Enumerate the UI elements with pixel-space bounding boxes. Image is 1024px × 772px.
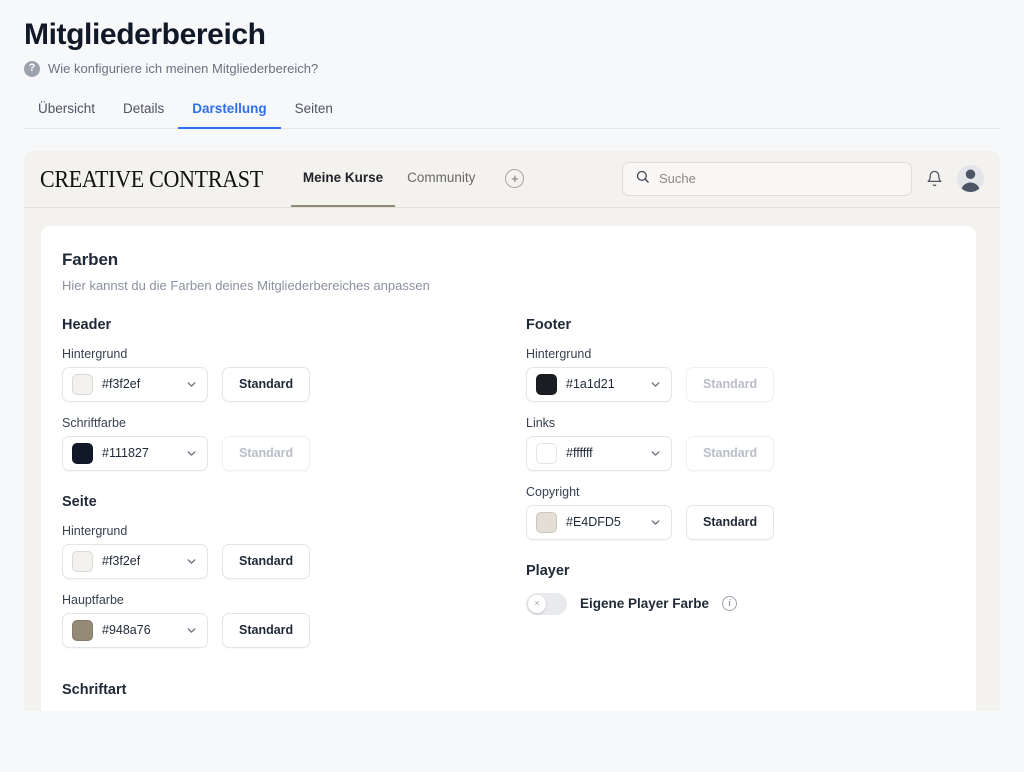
reset-button-seite-hintergrund[interactable]: Standard	[222, 543, 311, 579]
color-select-seite-hauptfarbe[interactable]: #948a76	[62, 612, 208, 648]
color-hex-value: #f3f2ef	[102, 377, 141, 391]
settings-column-left: Header Hintergrund #f3f2ef Standard Schr…	[62, 317, 526, 648]
schriftart-section: Schriftart TT Inter Speichern Standard	[62, 682, 948, 711]
page-title: Mitgliederbereich	[24, 18, 266, 51]
color-hex-value: #948a76	[102, 623, 151, 637]
reset-button-footer-hintergrund[interactable]: Standard	[686, 366, 775, 402]
tab-darstellung[interactable]: Darstellung	[178, 93, 281, 129]
help-link-row[interactable]: ? Wie konfiguriere ich meinen Mitglieder…	[24, 60, 1000, 77]
group-title-seite: Seite	[62, 493, 97, 510]
field-seite-hintergrund: #f3f2ef Standard	[62, 543, 526, 579]
chevron-down-icon	[185, 447, 198, 460]
chevron-down-icon	[185, 378, 198, 391]
field-footer-links: #ffffff Standard	[526, 435, 948, 471]
color-select-footer-hintergrund[interactable]: #1a1d21	[526, 366, 672, 402]
label-footer-copyright: Copyright	[526, 484, 580, 499]
brand-logo[interactable]: CREATIVE CONTRAST	[40, 164, 263, 193]
card-subtitle: Hier kannst du die Farben deines Mitglie…	[62, 277, 430, 293]
color-select-header-schriftfarbe[interactable]: #111827	[62, 435, 208, 471]
help-link-label[interactable]: Wie konfiguriere ich meinen Mitgliederbe…	[48, 61, 318, 76]
reset-button-footer-links[interactable]: Standard	[686, 435, 775, 471]
info-circle-icon[interactable]: i	[722, 596, 738, 611]
color-select-seite-hintergrund[interactable]: #f3f2ef	[62, 543, 208, 579]
group-title-schriftart: Schriftart	[62, 681, 127, 698]
color-hex-value: #111827	[102, 446, 149, 460]
field-footer-copyright: #E4DFD5 Standard	[526, 504, 948, 540]
card-title: Farben	[62, 249, 119, 269]
player-color-toggle-row: × Eigene Player Farbe i	[526, 592, 948, 615]
color-swatch	[536, 511, 557, 533]
preview-header-right: Suche	[622, 161, 984, 196]
label-header-hintergrund: Hintergrund	[62, 346, 128, 361]
site-nav-item-community[interactable]: Community	[395, 151, 487, 207]
color-select-header-hintergrund[interactable]: #f3f2ef	[62, 366, 208, 402]
toggle-eigene-player-farbe[interactable]: ×	[526, 592, 567, 615]
preview-panel: CREATIVE CONTRAST Meine Kurse Community …	[24, 150, 1000, 711]
color-swatch	[72, 550, 93, 572]
reset-button-header-hintergrund[interactable]: Standard	[222, 366, 311, 402]
label-header-schriftfarbe: Schriftfarbe	[62, 415, 126, 430]
color-select-footer-links[interactable]: #ffffff	[526, 435, 672, 471]
tab-bar: Übersicht Details Darstellung Seiten	[24, 93, 1000, 129]
reset-button-seite-hauptfarbe[interactable]: Standard	[222, 612, 311, 648]
toggle-label-eigene-player-farbe: Eigene Player Farbe	[580, 596, 710, 611]
chevron-down-icon	[649, 516, 662, 529]
reset-button-footer-copyright[interactable]: Standard	[686, 504, 775, 540]
settings-columns: Header Hintergrund #f3f2ef Standard Schr…	[62, 317, 948, 648]
color-hex-value: #f3f2ef	[102, 554, 141, 568]
settings-column-right: Footer Hintergrund #1a1d21 Standard Link…	[526, 317, 948, 648]
color-swatch	[536, 442, 557, 464]
label-footer-hintergrund: Hintergrund	[526, 346, 592, 361]
tab-seiten[interactable]: Seiten	[281, 93, 347, 129]
label-footer-links: Links	[526, 415, 556, 430]
bell-icon[interactable]	[926, 170, 943, 187]
search-icon	[635, 169, 650, 189]
farben-settings-card: Farben Hier kannst du die Farben deines …	[41, 225, 976, 711]
color-hex-value: #1a1d21	[566, 377, 615, 391]
color-swatch	[536, 373, 557, 395]
preview-site-header: CREATIVE CONTRAST Meine Kurse Community …	[24, 150, 1000, 208]
field-seite-hauptfarbe: #948a76 Standard	[62, 612, 526, 648]
plus-circle-icon[interactable]: +	[505, 169, 525, 188]
group-title-footer: Footer	[526, 316, 572, 333]
color-swatch	[72, 373, 93, 395]
group-title-header: Header	[62, 316, 112, 333]
chevron-down-icon	[185, 555, 198, 568]
field-header-hintergrund: #f3f2ef Standard	[62, 366, 526, 402]
tab-details[interactable]: Details	[109, 93, 178, 129]
color-swatch	[72, 442, 93, 464]
page-header: Mitgliederbereich ? Wie konfiguriere ich…	[0, 0, 1024, 129]
color-hex-value: #ffffff	[566, 446, 593, 460]
label-seite-hintergrund: Hintergrund	[62, 523, 128, 538]
chevron-down-icon	[185, 624, 198, 637]
chevron-down-icon	[649, 378, 662, 391]
question-mark-circle-icon: ?	[24, 60, 40, 77]
color-hex-value: #E4DFD5	[566, 515, 621, 529]
color-swatch	[72, 619, 93, 641]
field-footer-hintergrund: #1a1d21 Standard	[526, 366, 948, 402]
group-title-player: Player	[526, 562, 570, 579]
tab-uebersicht[interactable]: Übersicht	[24, 93, 109, 129]
chevron-down-icon	[649, 447, 662, 460]
preview-site-nav: Meine Kurse Community +	[290, 151, 525, 207]
user-avatar-icon[interactable]	[957, 165, 984, 192]
search-placeholder: Suche	[659, 171, 696, 186]
site-nav-item-meine-kurse[interactable]: Meine Kurse	[290, 151, 396, 207]
search-input[interactable]: Suche	[622, 161, 912, 196]
color-select-footer-copyright[interactable]: #E4DFD5	[526, 504, 672, 540]
toggle-knob: ×	[528, 594, 546, 613]
field-header-schriftfarbe: #111827 Standard	[62, 435, 526, 471]
label-seite-hauptfarbe: Hauptfarbe	[62, 592, 124, 607]
reset-button-header-schriftfarbe[interactable]: Standard	[222, 435, 311, 471]
